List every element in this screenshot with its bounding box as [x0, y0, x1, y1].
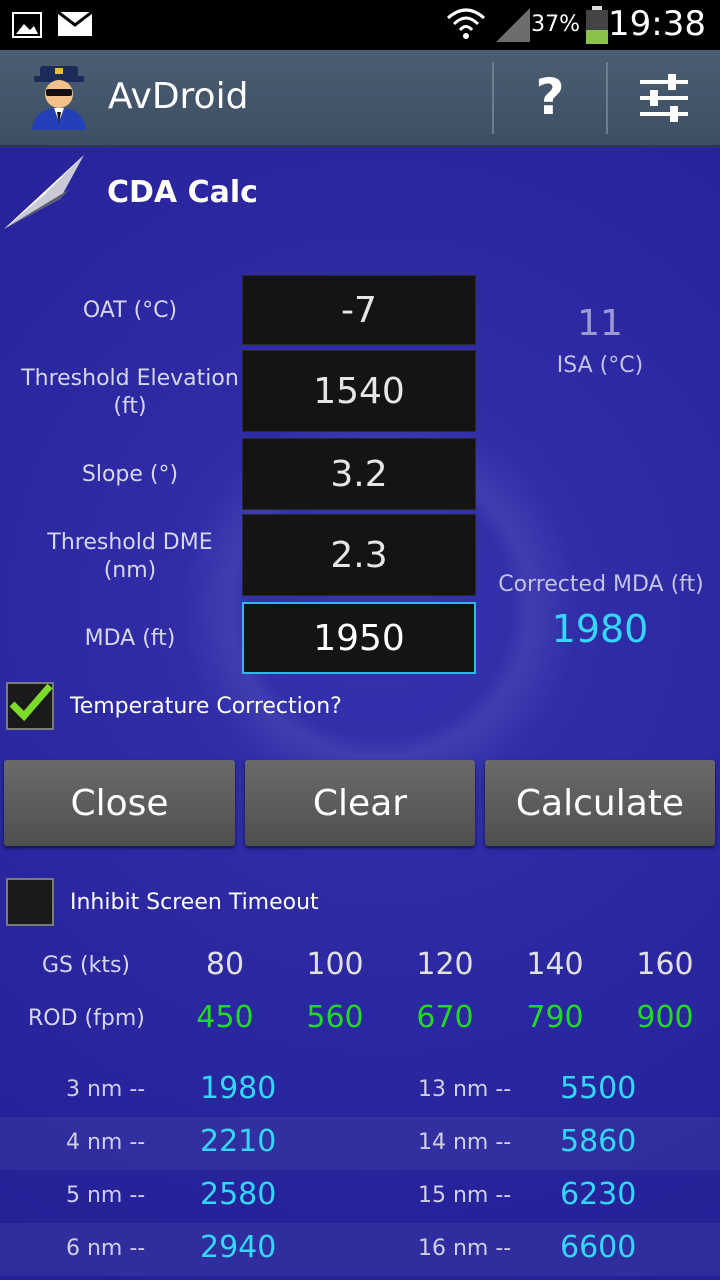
distance-label: 15 nm --	[418, 1183, 512, 1208]
gs-value: 80	[205, 947, 245, 982]
battery-icon	[584, 6, 610, 48]
isa-value: 11	[577, 303, 623, 344]
altitude-value: 5500	[560, 1071, 637, 1106]
temperature-correction-checkbox[interactable]	[6, 682, 54, 730]
inhibit-screen-timeout-checkbox[interactable]	[6, 878, 54, 926]
altitude-value: 1980	[200, 1071, 277, 1106]
altitude-value: 6600	[560, 1230, 637, 1265]
gs-value: 100	[306, 947, 364, 982]
paper-plane-icon	[4, 155, 88, 235]
altitude-value: 6230	[560, 1177, 637, 1212]
table-row: 3 nm -- 1980 13 nm -- 5500	[0, 1064, 720, 1117]
wifi-icon	[446, 6, 486, 46]
corrected-mda-value: 1980	[551, 607, 649, 651]
image-icon	[12, 12, 42, 42]
mda-input[interactable]: 1950	[242, 602, 476, 674]
inhibit-screen-timeout-label[interactable]: Inhibit Screen Timeout	[70, 890, 319, 915]
mail-icon	[57, 10, 93, 40]
gs-value: 140	[526, 947, 584, 982]
calculate-button[interactable]: Calculate	[485, 760, 715, 846]
distance-label: 5 nm --	[66, 1183, 146, 1208]
slope-input[interactable]: 3.2	[242, 438, 476, 510]
rod-value: 450	[196, 1000, 254, 1035]
rod-label: ROD (fpm)	[28, 1006, 145, 1031]
status-bar: 37% 19:38	[0, 0, 720, 50]
corrected-mda-label: Corrected MDA (ft)	[498, 572, 704, 597]
altitude-value: 2580	[200, 1177, 277, 1212]
settings-sliders-icon[interactable]	[638, 72, 690, 128]
rod-value: 560	[306, 1000, 364, 1035]
distance-label: 14 nm --	[418, 1130, 512, 1155]
distance-label: 6 nm --	[66, 1236, 146, 1261]
table-row: 5 nm -- 2580 15 nm -- 6230	[0, 1170, 720, 1223]
help-icon[interactable]: ?	[530, 68, 570, 128]
altitude-value: 2210	[200, 1124, 277, 1159]
threshold-dme-input[interactable]: 2.3	[242, 514, 476, 596]
main-content: CDA Calc OAT (°C) -7 Threshold Elevation…	[0, 147, 720, 1280]
threshold-dme-label: Threshold DME (nm)	[47, 530, 213, 583]
rod-value: 900	[636, 1000, 694, 1035]
signal-icon	[496, 8, 532, 46]
divider	[492, 62, 494, 134]
rod-value: 790	[526, 1000, 584, 1035]
screen-title: CDA Calc	[107, 175, 258, 210]
close-button[interactable]: Close	[4, 760, 235, 846]
threshold-elevation-label: Threshold Elevation (ft)	[21, 366, 239, 419]
gs-label: GS (kts)	[42, 953, 130, 978]
pilot-logo-icon[interactable]	[26, 64, 92, 134]
temperature-correction-label[interactable]: Temperature Correction?	[70, 694, 342, 719]
app-title: AvDroid	[108, 76, 249, 117]
distance-label: 13 nm --	[418, 1077, 512, 1102]
action-bar: AvDroid ?	[0, 50, 720, 147]
threshold-elevation-input[interactable]: 1540	[242, 350, 476, 432]
distance-label: 4 nm --	[66, 1130, 146, 1155]
clock: 19:38	[608, 4, 706, 44]
gs-value: 120	[416, 947, 474, 982]
oat-label: OAT (°C)	[82, 298, 178, 323]
distance-label: 3 nm --	[66, 1077, 146, 1102]
distance-label: 16 nm --	[418, 1236, 512, 1261]
clear-button[interactable]: Clear	[245, 760, 475, 846]
isa-label: ISA (°C)	[556, 353, 644, 378]
altitude-value: 5860	[560, 1124, 637, 1159]
oat-input[interactable]: -7	[242, 275, 476, 345]
gs-value: 160	[636, 947, 694, 982]
table-row: 6 nm -- 2940 16 nm -- 6600	[0, 1223, 720, 1276]
divider	[606, 62, 608, 134]
rod-value: 670	[416, 1000, 474, 1035]
battery-percent: 37%	[531, 12, 580, 37]
mda-label: MDA (ft)	[84, 626, 176, 651]
slope-label: Slope (°)	[81, 462, 179, 487]
altitude-value: 2940	[200, 1230, 277, 1265]
table-row: 4 nm -- 2210 14 nm -- 5860	[0, 1117, 720, 1170]
checkmark-icon	[9, 683, 53, 722]
